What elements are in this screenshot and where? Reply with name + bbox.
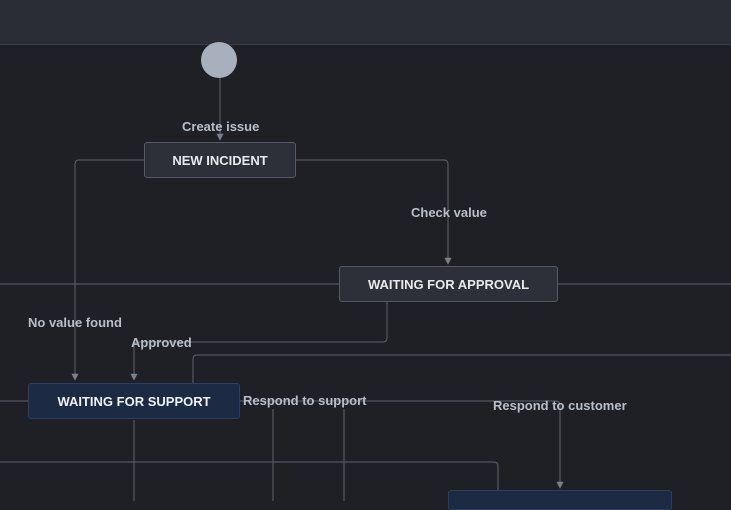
status-new-incident[interactable]: NEW INCIDENT — [144, 142, 296, 178]
transition-approved[interactable]: Approved — [131, 335, 192, 350]
transition-no-value-found[interactable]: No value found — [28, 315, 122, 330]
transition-respond-to-customer[interactable]: Respond to customer — [493, 398, 627, 413]
transition-lines — [0, 78, 731, 501]
transition-check-value[interactable]: Check value — [411, 205, 487, 220]
start-node[interactable] — [201, 42, 237, 78]
status-partial-bottom[interactable] — [448, 490, 672, 510]
status-waiting-for-support[interactable]: WAITING FOR SUPPORT — [28, 383, 240, 419]
transition-respond-to-support[interactable]: Respond to support — [243, 393, 367, 408]
transition-create-issue[interactable]: Create issue — [182, 119, 259, 134]
status-waiting-for-approval[interactable]: WAITING FOR APPROVAL — [339, 266, 558, 302]
